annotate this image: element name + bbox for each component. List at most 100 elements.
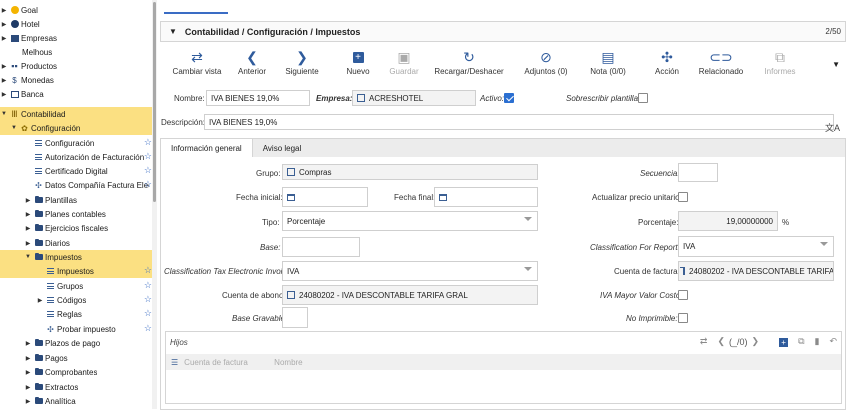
sidebar-item-configuracion[interactable]: Configuración ☆ — [0, 136, 152, 150]
expand-icon[interactable]: ▶ — [0, 77, 8, 84]
star-icon[interactable]: ☆ — [144, 323, 152, 334]
related-button[interactable]: ⊂⊃ Relacionado — [696, 44, 746, 84]
sidebar-item-datos-compania[interactable]: ✣ Datos Compañía Factura Electr ☆ — [0, 178, 152, 192]
expand-icon[interactable]: ▶ — [24, 355, 32, 362]
star-icon[interactable]: ☆ — [144, 294, 152, 305]
collapse-icon[interactable]: ▼ — [10, 125, 18, 131]
save-button[interactable]: ▣ Guardar — [384, 44, 424, 84]
sidebar-item-analitica[interactable]: ▶ Analítica — [0, 394, 152, 408]
expand-icon[interactable]: ▶ — [24, 384, 32, 391]
class-tax-select[interactable]: IVA — [282, 261, 538, 281]
sidebar-item-configuracion-group[interactable]: ▼ ✿ Configuración — [0, 121, 152, 135]
cuenta-factura-field[interactable]: 24080202 - IVA DESCONTABLE TARIFA GR — [678, 261, 834, 281]
active-tab-indicator[interactable] — [164, 12, 228, 14]
chevron-down-icon[interactable] — [524, 217, 532, 221]
sidebar-item-impuestos-group[interactable]: ▼ Impuestos — [0, 250, 152, 264]
star-icon[interactable]: ☆ — [144, 308, 152, 319]
sidebar-item-probar-impuesto[interactable]: ✣ Probar impuesto ☆ — [0, 322, 152, 336]
iva-mayor-checkbox[interactable] — [678, 290, 688, 300]
sidebar-item-reglas[interactable]: Reglas ☆ — [0, 307, 152, 321]
note-button[interactable]: ▤ Nota (0/0) — [588, 44, 628, 84]
chevron-down-icon[interactable] — [524, 267, 532, 271]
empresa-field[interactable]: ACRESHOTEL — [352, 90, 476, 106]
sidebar-item-melhous[interactable]: Melhous — [0, 45, 152, 59]
expand-icon[interactable]: ▶ — [0, 21, 8, 28]
expand-icon[interactable]: ▶ — [24, 398, 32, 405]
sidebar-item-banca[interactable]: ▶ Banca — [0, 87, 152, 101]
tipo-select[interactable]: Porcentaje — [282, 211, 538, 231]
tab-informacion-general[interactable]: Información general — [161, 139, 253, 157]
tab-aviso-legal[interactable]: Aviso legal — [253, 139, 312, 157]
translate-icon[interactable]: 文A — [825, 121, 840, 134]
expand-icon[interactable]: ▶ — [0, 7, 8, 14]
expand-icon[interactable]: ▶ — [24, 211, 32, 218]
sidebar-item-contabilidad[interactable]: ▼ Ⅲ Contabilidad — [0, 107, 152, 121]
fecha-inicial-field[interactable] — [282, 187, 368, 207]
base-field[interactable] — [282, 237, 360, 257]
expand-icon[interactable]: ▶ — [24, 240, 32, 247]
action-button[interactable]: ✣ Acción — [650, 44, 684, 84]
cuenta-abono-field[interactable]: 24080202 - IVA DESCONTABLE TARIFA GRAL — [282, 285, 538, 305]
sidebar-item-hotel[interactable]: ▶ Hotel — [0, 17, 152, 31]
open-record-icon[interactable] — [287, 168, 295, 176]
star-icon[interactable]: ☆ — [144, 151, 152, 162]
expand-icon[interactable]: ▶ — [24, 225, 32, 232]
open-record-icon[interactable] — [287, 291, 295, 299]
sidebar-item-pagos[interactable]: ▶ Pagos — [0, 351, 152, 365]
expand-icon[interactable]: ▶ — [0, 35, 8, 42]
attachments-button[interactable]: ⊘ Adjuntos (0) — [524, 44, 568, 84]
expand-icon[interactable]: ▶ — [24, 340, 32, 347]
actualizar-precio-checkbox[interactable] — [678, 192, 688, 202]
sidebar-item-productos[interactable]: ▶ ▪▪ Productos — [0, 59, 152, 73]
switch-view-button[interactable]: ⇄ Cambiar vista — [172, 44, 222, 84]
secuencia-field[interactable] — [678, 163, 718, 182]
base-gravable-field[interactable] — [282, 307, 308, 328]
sidebar-item-extractos[interactable]: ▶ Extractos — [0, 380, 152, 394]
reports-button[interactable]: ⧉ Informes — [760, 44, 800, 84]
collapse-icon[interactable]: ▼ — [24, 254, 32, 260]
open-record-icon[interactable] — [357, 94, 365, 102]
activo-checkbox[interactable] — [504, 93, 514, 103]
star-icon[interactable]: ☆ — [144, 280, 152, 291]
next-button[interactable]: ❯ Siguiente — [282, 44, 322, 84]
sidebar-item-certificado[interactable]: Certificado Digital ☆ — [0, 164, 152, 178]
sidebar-item-empresas[interactable]: ▶ Empresas — [0, 31, 152, 45]
star-icon[interactable]: ☆ — [144, 165, 152, 176]
new-button[interactable]: + Nuevo — [340, 44, 376, 84]
calendar-icon[interactable] — [287, 193, 295, 201]
porcentaje-field[interactable]: 19,00000000 — [678, 211, 778, 231]
open-record-icon[interactable]: ⧉ — [798, 336, 804, 347]
sidebar-item-monedas[interactable]: ▶ $ Monedas — [0, 73, 152, 87]
descripcion-field[interactable]: IVA BIENES 19,0% — [204, 114, 834, 130]
expand-icon[interactable]: ▶ — [24, 369, 32, 376]
sidebar-item-impuestos[interactable]: Impuestos ☆ — [0, 264, 152, 278]
sidebar-item-codigos[interactable]: ▶ Códigos ☆ — [0, 293, 152, 307]
sidebar-item-ejercicios[interactable]: ▶ Ejercicios fiscales — [0, 221, 152, 235]
switch-view-icon[interactable]: ⇄ — [700, 336, 708, 347]
fecha-final-field[interactable] — [434, 187, 538, 207]
calendar-icon[interactable] — [439, 193, 447, 201]
chevron-right-icon[interactable]: ❯ — [752, 336, 760, 347]
sidebar-scrollbar[interactable] — [152, 0, 157, 409]
chevron-left-icon[interactable]: ❮ — [717, 336, 725, 347]
sidebar-item-comprobantes[interactable]: ▶ Comprobantes — [0, 365, 152, 379]
sidebar-item-grupos[interactable]: Grupos ☆ — [0, 279, 152, 293]
star-icon[interactable]: ☆ — [144, 179, 152, 190]
trash-icon[interactable]: ▮ — [815, 336, 820, 347]
collapse-icon[interactable]: ▼ — [0, 111, 8, 117]
no-imprimible-checkbox[interactable] — [678, 313, 688, 323]
new-icon[interactable]: + — [769, 337, 789, 347]
chevron-down-icon[interactable] — [820, 242, 828, 246]
sidebar-item-diarios[interactable]: ▶ Diarios — [0, 236, 152, 250]
grupo-field[interactable]: Compras — [282, 164, 538, 180]
nombre-field[interactable]: IVA BIENES 19,0% — [206, 90, 310, 106]
open-record-icon[interactable] — [680, 267, 685, 275]
column-cuenta-factura[interactable]: Cuenta de factura — [184, 358, 274, 367]
expand-icon[interactable]: ▶ — [24, 197, 32, 204]
expand-icon[interactable]: ▶ — [36, 297, 44, 304]
sidebar-item-planes-contables[interactable]: ▶ Planes contables — [0, 207, 152, 221]
star-icon[interactable]: ☆ — [144, 265, 152, 276]
collapse-icon[interactable]: ▼ — [169, 27, 177, 36]
sobrescribir-checkbox[interactable] — [638, 93, 648, 103]
undo-icon[interactable]: ↶ — [829, 336, 837, 347]
